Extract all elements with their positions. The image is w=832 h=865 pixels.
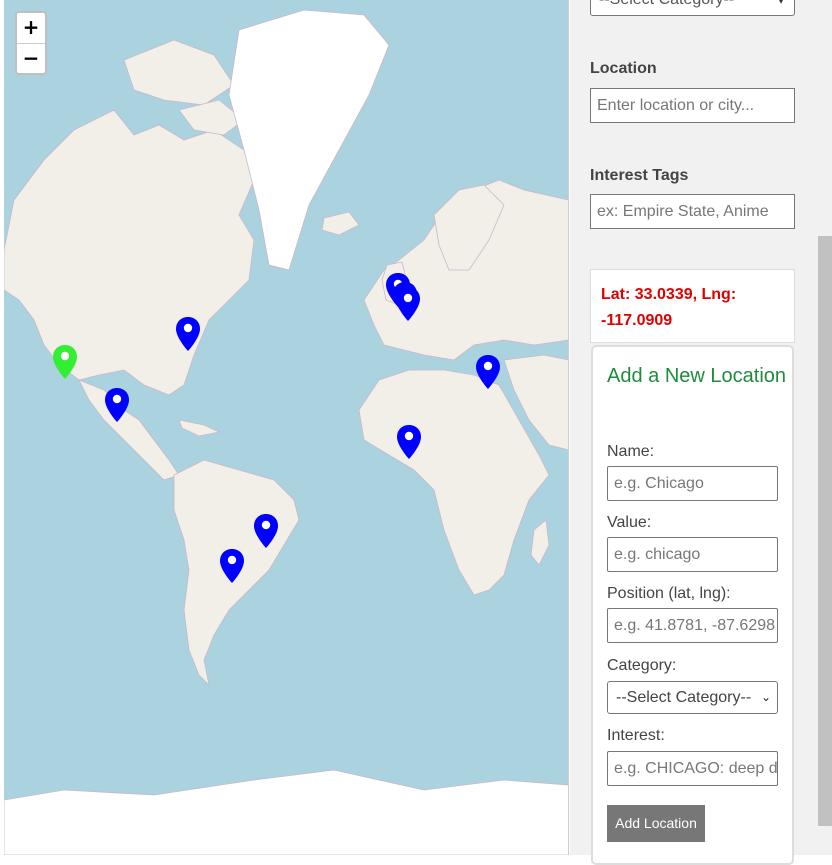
value-input[interactable]: e.g. chicago — [607, 537, 778, 572]
location-input[interactable]: Enter location or city... — [590, 88, 795, 123]
name-input[interactable]: e.g. Chicago — [607, 466, 778, 501]
map-marker-icon[interactable] — [476, 355, 500, 389]
map-marker-icon[interactable] — [220, 549, 244, 583]
zoom-out-button[interactable]: − — [17, 43, 45, 73]
chevron-down-icon: ⌄ — [756, 682, 771, 713]
zoom-in-button[interactable]: + — [17, 13, 45, 43]
add-location-form: Add a New Location Name: e.g. Chicago Va… — [591, 345, 794, 865]
category-select-value: --Select Category-- — [616, 689, 752, 706]
interest-tags-label: Interest Tags — [590, 167, 689, 184]
zoom-control: + − — [15, 11, 47, 75]
map-marker-icon[interactable] — [397, 425, 421, 459]
category-filter-value: --Select Category-- — [599, 0, 734, 8]
category-select[interactable]: --Select Category-- ⌄ — [607, 681, 778, 714]
interest-label: Interest: — [607, 727, 665, 744]
category-label: Category: — [607, 657, 677, 674]
add-location-button[interactable]: Add Location — [607, 805, 705, 842]
value-label: Value: — [607, 514, 652, 531]
category-filter-select[interactable]: --Select Category-- ▾ — [590, 0, 795, 16]
map-marker-icon[interactable] — [254, 514, 278, 548]
world-map[interactable]: + − — [4, 0, 569, 855]
chevron-down-icon: ▾ — [777, 0, 784, 7]
form-title: Add a New Location — [607, 365, 787, 387]
name-label: Name: — [607, 443, 655, 460]
map-marker-icon[interactable] — [105, 388, 129, 422]
scrollbar-thumb[interactable] — [818, 236, 832, 826]
coordinates-readout: Lat: 33.0339, Lng: -117.0909 — [590, 269, 795, 343]
panel-scrollbar[interactable] — [818, 0, 832, 855]
map-marker-icon[interactable] — [53, 345, 77, 379]
position-input[interactable]: e.g. 41.8781, -87.6298 — [607, 608, 778, 643]
location-label: Location — [590, 60, 657, 77]
sidebar-panel: --Select Category-- ▾ Location Enter loc… — [570, 0, 818, 865]
map-tiles — [4, 9, 568, 855]
map-marker-icon[interactable] — [176, 317, 200, 351]
map-marker-icon[interactable] — [396, 287, 420, 321]
interest-input[interactable]: e.g. CHICAGO: deep dish pizza — [607, 751, 778, 786]
interest-tags-input[interactable]: ex: Empire State, Anime — [590, 194, 795, 229]
position-label: Position (lat, lng): — [607, 585, 731, 602]
